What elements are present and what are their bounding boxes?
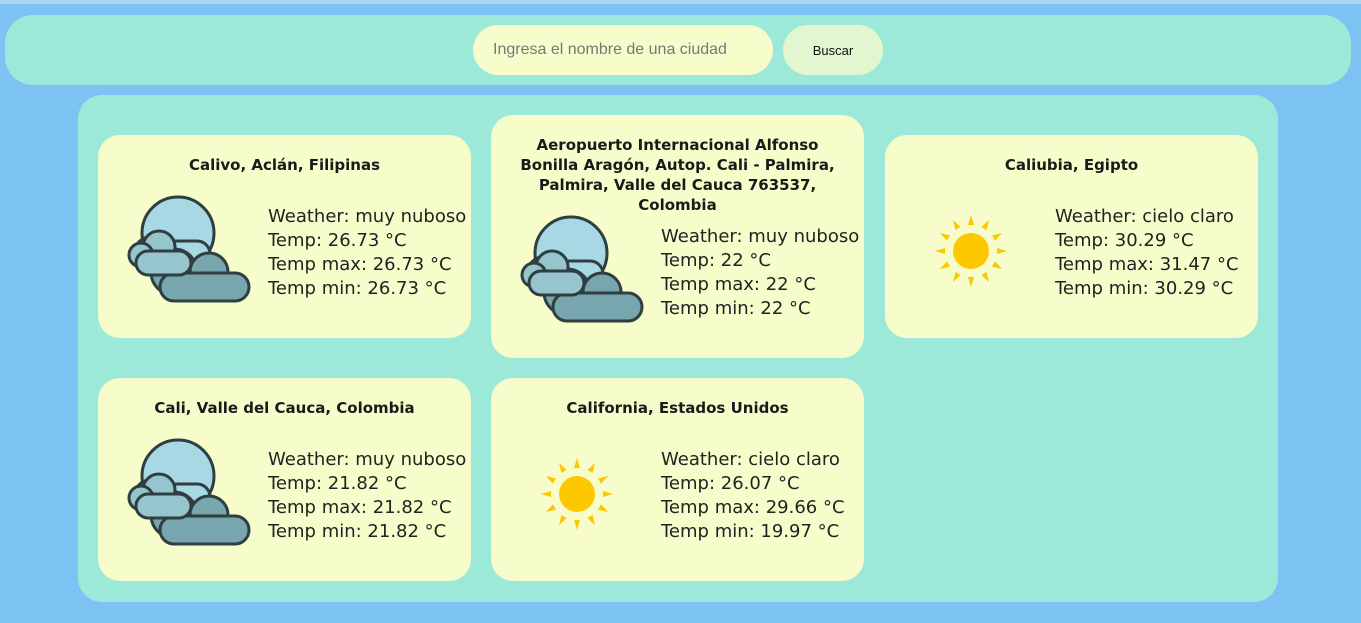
weather-description: Weather: muy nuboso xyxy=(268,206,467,227)
search-button[interactable]: Buscar xyxy=(783,25,883,75)
weather-card: California, Estados Unidos Weather: ciel… xyxy=(491,378,864,581)
weather-card: Cali, Valle del Cauca, Colombia Weather:… xyxy=(98,378,471,581)
temperature-max: Temp max: 21.82 °C xyxy=(268,497,452,518)
temperature: Temp: 26.07 °C xyxy=(661,473,800,494)
cloudy-icon xyxy=(127,438,251,546)
location-title: California, Estados Unidos xyxy=(566,399,789,417)
cloudy-icon xyxy=(127,195,251,303)
weather-card: Calivo, Aclán, Filipinas Weather: muy nu… xyxy=(98,135,471,338)
temperature-min: Temp min: 26.73 °C xyxy=(268,278,447,299)
temperature-min: Temp min: 22 °C xyxy=(661,298,811,319)
search-bar: Buscar xyxy=(5,15,1351,85)
cloudy-icon xyxy=(520,215,644,323)
location-title: Cali, Valle del Cauca, Colombia xyxy=(154,399,415,417)
weather-card: Aeropuerto Internacional Alfonso Bonilla… xyxy=(491,115,864,358)
temperature-max: Temp max: 29.66 °C xyxy=(661,497,845,518)
weather-results-panel: Calivo, Aclán, Filipinas Weather: muy nu… xyxy=(78,95,1278,602)
location-title: Calivo, Aclán, Filipinas xyxy=(188,156,381,174)
temperature: Temp: 30.29 °C xyxy=(1055,230,1194,251)
temperature-min: Temp min: 30.29 °C xyxy=(1055,278,1234,299)
weather-description: Weather: cielo claro xyxy=(661,449,840,470)
weather-description: Weather: cielo claro xyxy=(1055,206,1234,227)
search-input[interactable] xyxy=(473,25,773,75)
weather-description: Weather: muy nuboso xyxy=(268,449,467,470)
sun-icon xyxy=(541,458,613,530)
temperature: Temp: 26.73 °C xyxy=(268,230,407,251)
sun-icon xyxy=(935,215,1007,287)
location-title: Caliubia, Egipto xyxy=(1004,156,1139,174)
temperature-min: Temp min: 21.82 °C xyxy=(268,521,447,542)
temperature-max: Temp max: 26.73 °C xyxy=(268,254,452,275)
top-border xyxy=(0,0,1361,4)
weather-description: Weather: muy nuboso xyxy=(661,226,860,247)
temperature-max: Temp max: 31.47 °C xyxy=(1055,254,1239,275)
location-title: Aeropuerto Internacional Alfonso Bonilla… xyxy=(520,136,835,214)
temperature: Temp: 21.82 °C xyxy=(268,473,407,494)
temperature: Temp: 22 °C xyxy=(661,250,771,271)
weather-card: Caliubia, Egipto Weather: cielo claro Te… xyxy=(885,135,1258,338)
temperature-max: Temp max: 22 °C xyxy=(661,274,816,295)
temperature-min: Temp min: 19.97 °C xyxy=(661,521,840,542)
